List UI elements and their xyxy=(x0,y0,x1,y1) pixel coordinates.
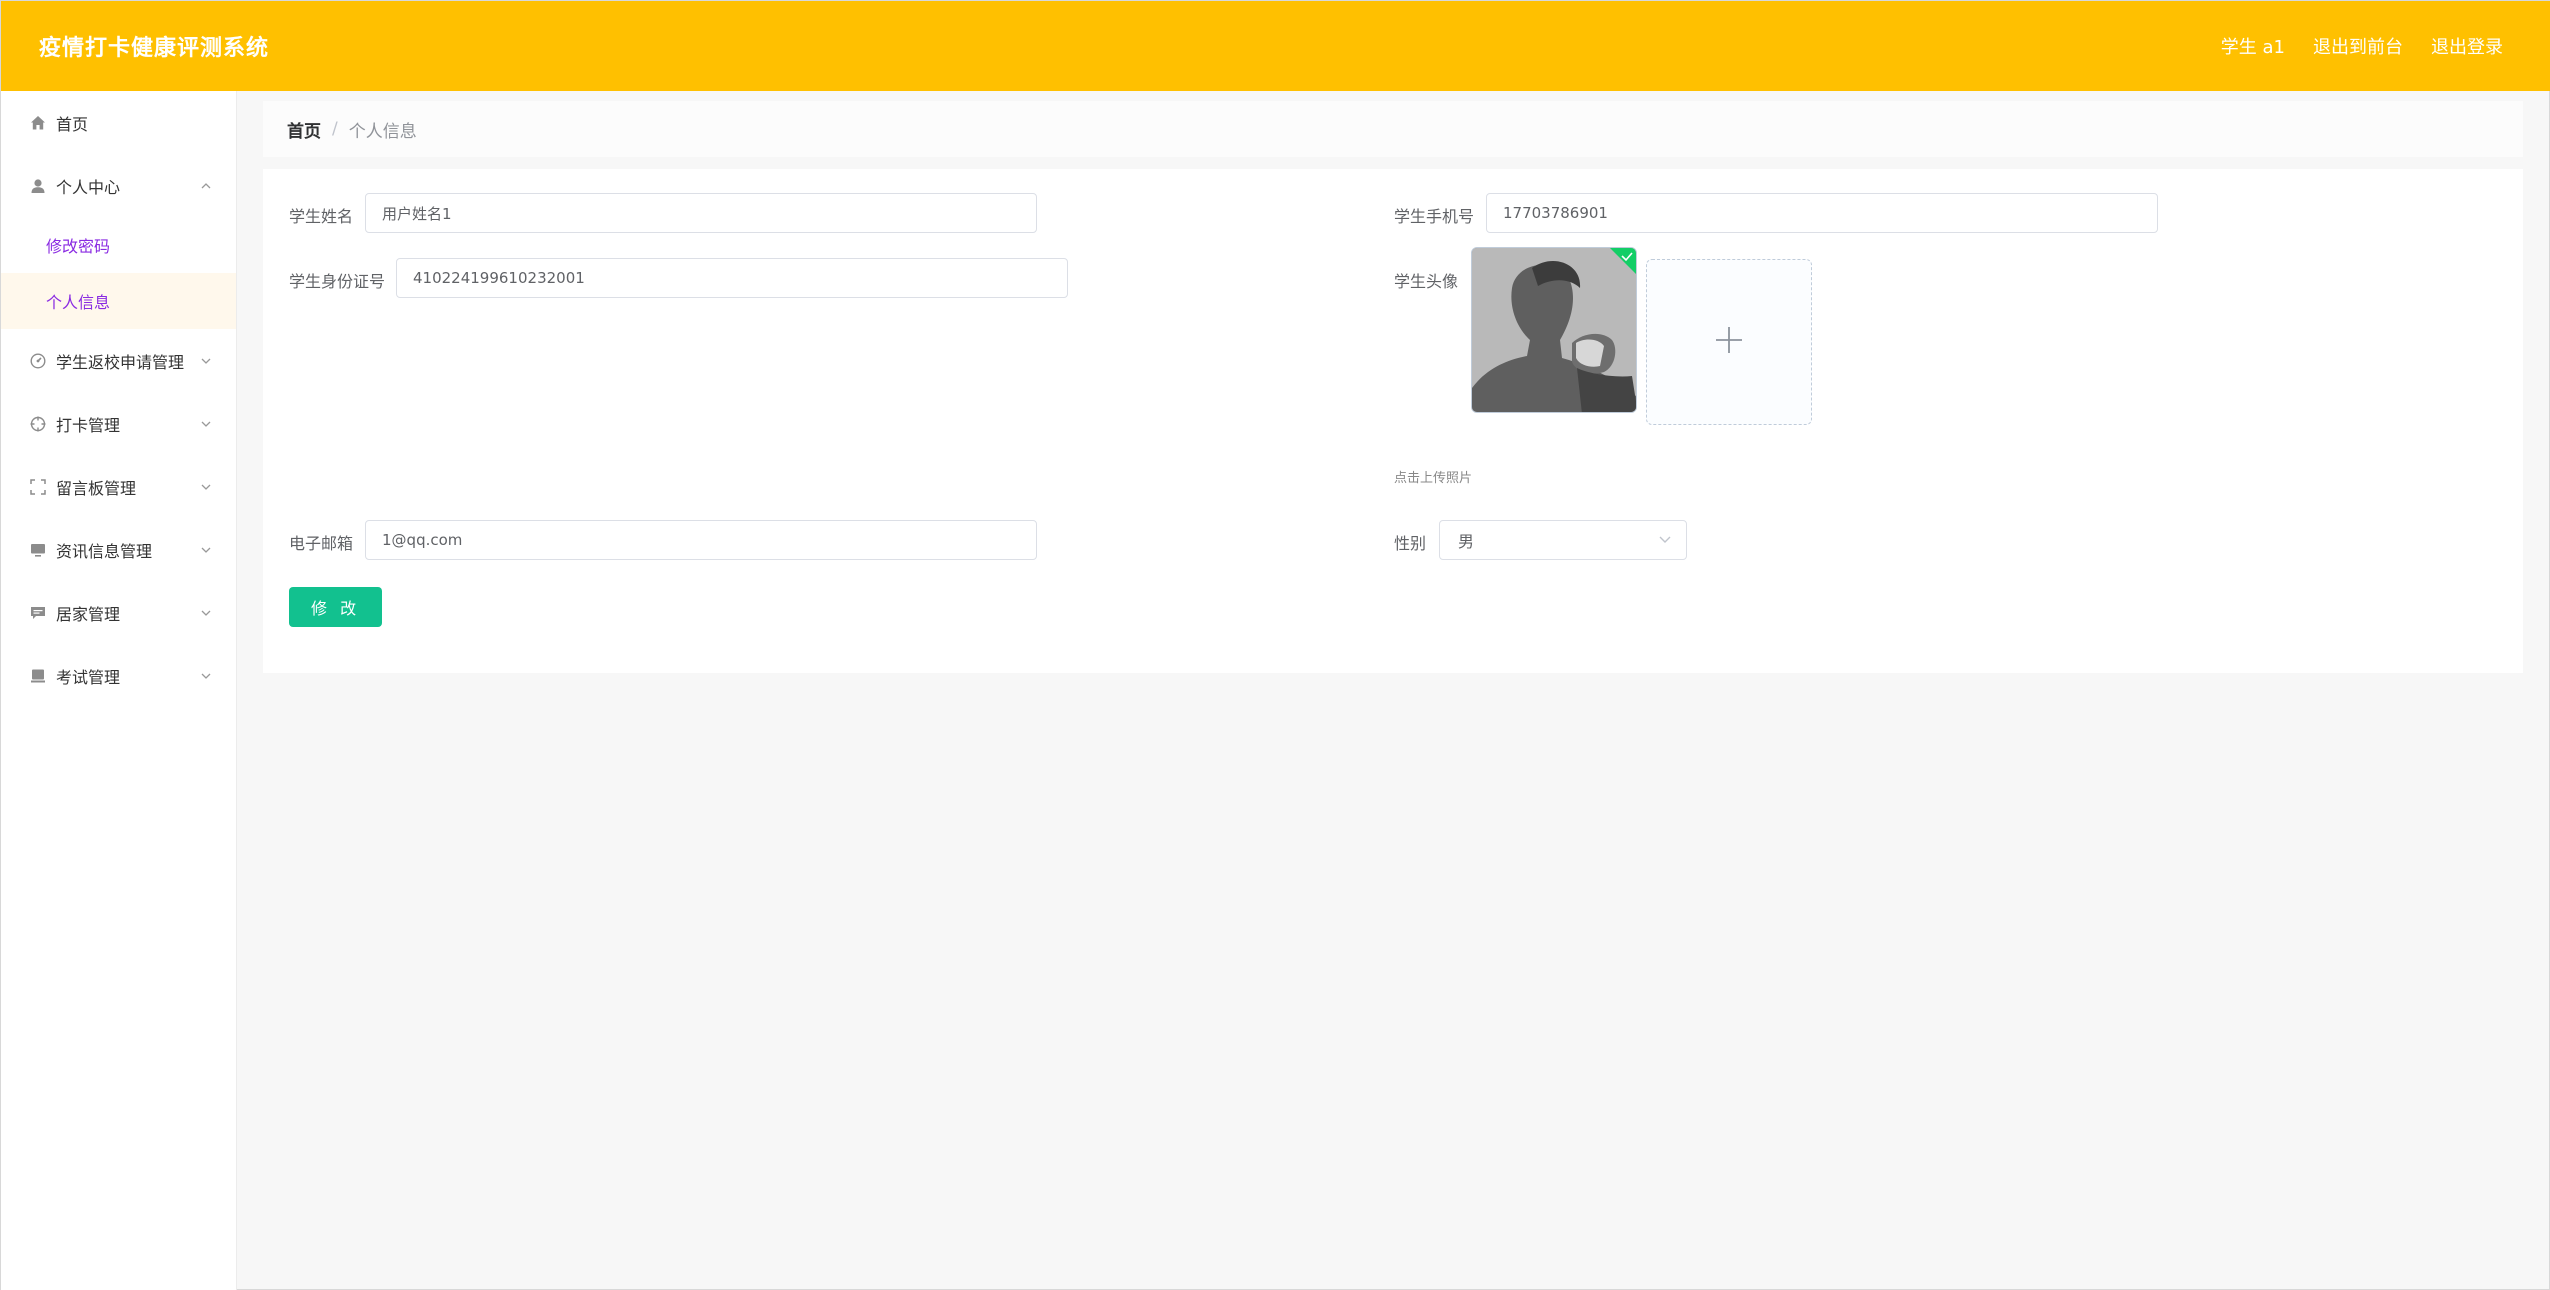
sidebar-item-news[interactable]: 资讯信息管理 xyxy=(1,518,236,581)
logout-link[interactable]: 退出登录 xyxy=(2431,33,2503,59)
gender-select[interactable]: 男 xyxy=(1439,520,1687,560)
sidebar-item-label: 学生返校申请管理 xyxy=(56,352,185,372)
avatar-image[interactable] xyxy=(1471,247,1637,413)
sidebar-item-home[interactable]: 首页 xyxy=(1,91,236,154)
name-label: 学生姓名 xyxy=(289,207,354,226)
avatar-label: 学生头像 xyxy=(1394,272,1459,291)
upload-button[interactable] xyxy=(1646,259,1812,425)
gender-label: 性别 xyxy=(1394,534,1427,553)
breadcrumb-current: 个人信息 xyxy=(348,121,417,142)
sidebar-subitem-personal-info[interactable]: 个人信息 xyxy=(1,273,236,329)
sidebar-item-label: 考试管理 xyxy=(56,667,121,687)
plus-icon xyxy=(1714,325,1744,359)
home-icon xyxy=(29,114,46,131)
sidebar-item-personal-center[interactable]: 个人中心 xyxy=(1,154,236,217)
sidebar-item-exam[interactable]: 考试管理 xyxy=(1,644,236,707)
sidebar: 首页 个人中心 修改密码 个人信息 学生返校申请管理 打卡管理 留言板管理 资讯… xyxy=(1,91,237,1290)
idcard-label: 学生身份证号 xyxy=(289,272,386,291)
fullscreen-icon xyxy=(29,478,46,495)
sidebar-item-return-school[interactable]: 学生返校申请管理 xyxy=(1,329,236,392)
app-title: 疫情打卡健康评测系统 xyxy=(39,36,270,61)
current-user[interactable]: 学生 a1 xyxy=(2221,33,2285,59)
chevron-down-icon xyxy=(200,670,212,682)
email-input[interactable] xyxy=(365,520,1037,560)
breadcrumb: 首页 / 个人信息 xyxy=(263,101,2523,157)
chevron-down-icon xyxy=(200,607,212,619)
crosshair-icon xyxy=(29,415,46,432)
sidebar-item-checkin[interactable]: 打卡管理 xyxy=(1,392,236,455)
user-icon xyxy=(29,177,46,194)
dashboard-icon xyxy=(29,352,46,369)
breadcrumb-separator: / xyxy=(332,119,338,139)
phone-label: 学生手机号 xyxy=(1394,207,1475,226)
gender-value: 男 xyxy=(1458,532,1475,551)
sidebar-item-label: 首页 xyxy=(56,114,89,134)
chat-icon xyxy=(29,604,46,621)
document-icon xyxy=(29,667,46,684)
top-header: 疫情打卡健康评测系统 学生 a1 退出到前台 退出登录 xyxy=(1,1,2550,91)
sidebar-item-label: 资讯信息管理 xyxy=(56,541,153,561)
chevron-down-icon xyxy=(200,418,212,430)
email-label: 电子邮箱 xyxy=(289,534,354,553)
header-links: 学生 a1 退出到前台 退出登录 xyxy=(2221,33,2503,59)
upload-tip: 点击上传照片 xyxy=(1394,471,1473,486)
chevron-down-icon xyxy=(200,544,212,556)
submit-button[interactable]: 修 改 xyxy=(289,587,383,627)
sidebar-item-label: 打卡管理 xyxy=(56,415,121,435)
sidebar-item-label: 留言板管理 xyxy=(56,478,137,498)
sidebar-item-label: 居家管理 xyxy=(56,604,121,624)
sidebar-item-message-board[interactable]: 留言板管理 xyxy=(1,455,236,518)
monitor-icon xyxy=(29,541,46,558)
chevron-down-icon xyxy=(200,355,212,367)
sidebar-item-label: 个人中心 xyxy=(56,177,121,197)
breadcrumb-home[interactable]: 首页 xyxy=(287,117,321,142)
sidebar-item-home-quarantine[interactable]: 居家管理 xyxy=(1,581,236,644)
chevron-down-icon xyxy=(200,481,212,493)
name-input[interactable] xyxy=(365,193,1037,233)
chevron-up-icon xyxy=(200,180,212,192)
phone-input[interactable] xyxy=(1486,193,2158,233)
idcard-input[interactable] xyxy=(396,258,1068,298)
chevron-down-icon xyxy=(1658,531,1672,550)
exit-to-front-link[interactable]: 退出到前台 xyxy=(2313,33,2403,59)
profile-form: 学生姓名 学生手机号 学生身份证号 学生头像 点击上传照片 电子邮箱 性别 男 xyxy=(263,169,2523,673)
sidebar-subitem-change-password[interactable]: 修改密码 xyxy=(1,217,236,273)
